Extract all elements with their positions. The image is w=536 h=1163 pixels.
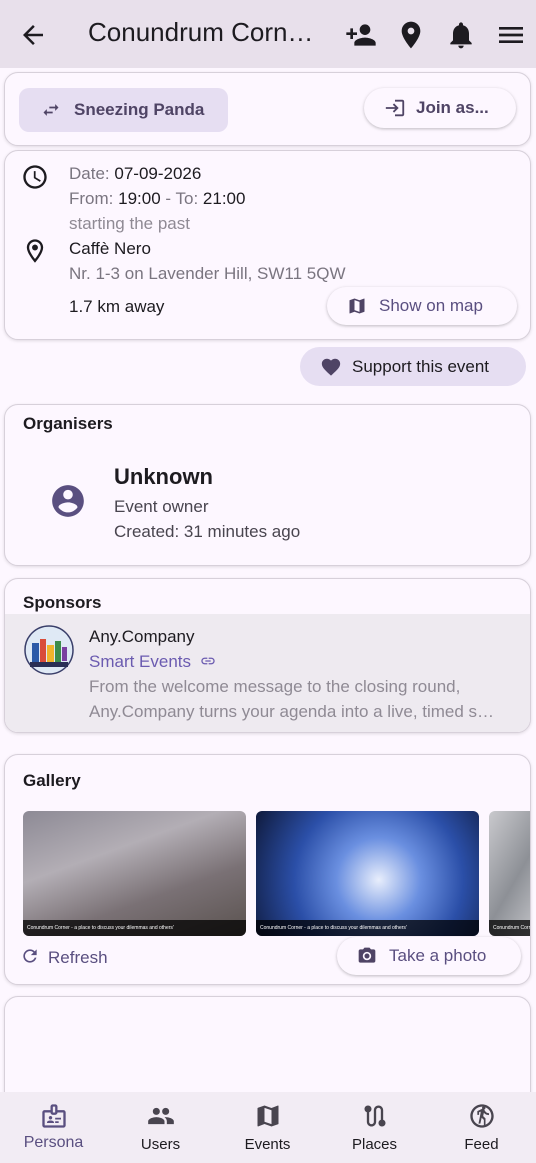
nav-label: Persona [23,1134,84,1151]
gallery-photo[interactable]: Conundrum Corner - a place to discuss yo… [23,811,246,936]
arrow-back-icon[interactable] [18,20,48,50]
organiser-role: Event owner [114,497,209,516]
page-title: Conundrum Corn… [88,17,314,47]
nav-label: Places [351,1136,398,1153]
event-details-card: Date: 07-09-2026 From: 19:00 - To: 21:00… [4,150,531,340]
login-icon [385,99,405,117]
gallery-title: Gallery [23,771,81,790]
nav-item-events[interactable]: Events [214,1092,321,1163]
show-on-map-button[interactable]: Show on map [327,287,517,325]
support-event-button[interactable]: Support this event [300,347,526,386]
map-icon [349,298,365,314]
location-pin-icon[interactable] [395,19,427,51]
account-circle-icon[interactable] [49,482,87,520]
route-icon [364,1105,385,1127]
clock-icon [23,165,47,189]
nav-label: Feed [464,1136,499,1153]
location-icon [26,239,44,263]
photo-caption: Conundrum Corner - a place to discuss yo… [489,920,530,936]
bottom-nav: Persona Users Events Places Feed [0,1092,536,1163]
nav-item-places[interactable]: Places [321,1092,428,1163]
event-status: starting the past [69,214,190,233]
map-icon [257,1105,278,1127]
bell-icon[interactable] [445,19,477,51]
switch-persona-button[interactable]: Sneezing Panda [19,88,228,132]
photo-caption: Conundrum Corner - a place to discuss yo… [256,920,479,936]
show-on-map-label: Show on map [379,296,483,315]
refresh-icon [23,949,37,963]
take-photo-button[interactable]: Take a photo [337,937,521,975]
identity-card: Sneezing Panda Join as... [4,72,531,146]
refresh-button[interactable]: Refresh [20,946,108,968]
gallery-photo[interactable]: Conundrum Corner - a place to discuss yo… [489,811,530,936]
nav-label: Events [244,1136,291,1153]
venue-name: Caffè Nero [69,239,151,258]
heart-icon [321,358,341,376]
gallery-strip[interactable]: Conundrum Corner - a place to discuss yo… [5,800,530,945]
nav-item-feed[interactable]: Feed [428,1092,535,1163]
badge-icon [41,1104,66,1128]
menu-icon[interactable] [495,19,527,51]
venue-address: Nr. 1-3 on Lavender Hill, SW11 5QW [69,264,346,283]
join-as-label: Join as... [416,98,489,117]
take-photo-label: Take a photo [389,946,487,965]
persona-name: Sneezing Panda [74,100,205,119]
camera-icon [358,947,376,963]
organisers-title: Organisers [23,414,113,433]
photo-caption: Conundrum Corner - a place to discuss yo… [23,920,246,936]
event-date: Date: 07-09-2026 [69,164,202,183]
organisers-card: Organisers Unknown Event owner Created: … [4,404,531,566]
sponsors-card: Sponsors Any.Company Smart Events From t… [4,578,531,733]
next-card [4,996,531,1106]
run-circle-icon [469,1104,494,1128]
sponsor-description-1: From the welcome message to the closing … [89,677,461,696]
group-icon [147,1107,174,1125]
sponsors-title: Sponsors [23,593,102,612]
organiser-created: Created: 31 minutes ago [114,522,301,541]
sponsor-product-link[interactable]: Smart Events [89,652,216,672]
app-bar: Conundrum Corn… [0,0,536,68]
join-as-button[interactable]: Join as... [364,88,516,128]
nav-label: Users [140,1136,181,1153]
support-event-label: Support this event [352,357,490,376]
sponsor-description-2: Any.Company turns your agenda into a liv… [89,702,495,721]
sponsor-name: Any.Company [89,627,195,646]
sponsor-tile[interactable]: Any.Company Smart Events From the welcom… [5,614,530,732]
person-add-icon[interactable] [345,19,377,51]
organiser-name[interactable]: Unknown [114,464,213,490]
nav-item-users[interactable]: Users [107,1092,214,1163]
sponsor-logo [24,625,74,675]
event-time: From: 19:00 - To: 21:00 [69,189,246,208]
link-icon [201,657,215,665]
nav-item-persona[interactable]: Persona [0,1092,107,1163]
swap-icon [43,104,59,116]
distance: 1.7 km away [69,297,165,316]
gallery-photo[interactable]: Conundrum Corner - a place to discuss yo… [256,811,479,936]
